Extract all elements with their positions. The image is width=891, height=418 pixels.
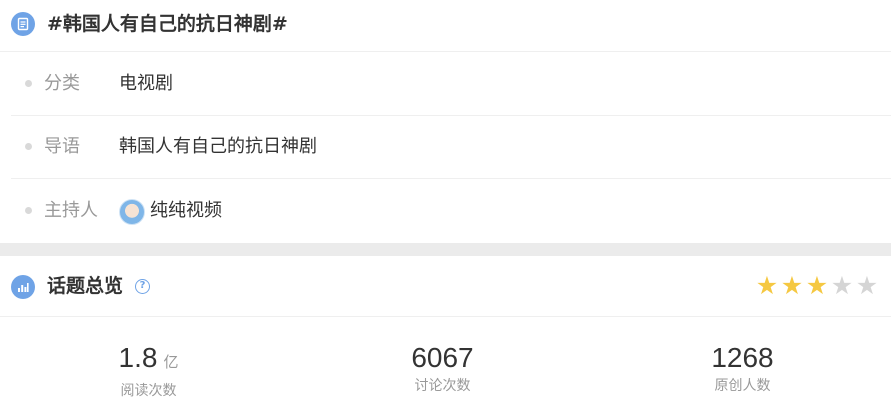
topic-info-card: #韩国人有自己的抗日神剧# 分类 电视剧 导语 韩国人有自己的抗日神剧 主持人 … bbox=[0, 0, 891, 243]
category-value: 电视剧 bbox=[119, 73, 173, 94]
stat-reads: 1.8 亿 阅读次数 bbox=[0, 340, 297, 401]
bullet-dot bbox=[25, 207, 32, 214]
overview-header: 话题总览 ? ★ ★ ★ ★ ★ bbox=[0, 256, 891, 317]
stat-value: 1268 bbox=[711, 342, 774, 373]
intro-value: 韩国人有自己的抗日神剧 bbox=[119, 136, 317, 157]
host-label: 主持人 bbox=[44, 200, 98, 221]
chart-icon bbox=[11, 275, 35, 299]
stat-unit: 亿 bbox=[163, 354, 179, 371]
intro-label: 导语 bbox=[44, 136, 80, 157]
stat-label: 原创人数 bbox=[714, 378, 771, 394]
topic-title[interactable]: #韩国人有自己的抗日神剧# bbox=[47, 11, 288, 37]
star-icon: ★ bbox=[755, 271, 779, 300]
host-avatar[interactable] bbox=[119, 199, 145, 225]
rating-stars: ★ ★ ★ ★ ★ bbox=[755, 273, 879, 301]
info-row-host: 主持人 纯纯视频 bbox=[11, 179, 891, 243]
star-icon: ★ bbox=[805, 271, 829, 300]
bullet-dot bbox=[25, 143, 32, 150]
section-divider bbox=[0, 243, 891, 256]
stat-discussions: 6067 讨论次数 bbox=[294, 340, 591, 396]
stat-value: 6067 bbox=[411, 342, 474, 373]
stat-original-authors: 1268 原创人数 bbox=[594, 340, 891, 396]
info-row-category: 分类 电视剧 bbox=[11, 52, 891, 116]
bullet-dot bbox=[25, 80, 32, 87]
star-icon: ★ bbox=[830, 271, 854, 300]
category-label: 分类 bbox=[44, 73, 80, 94]
help-icon[interactable]: ? bbox=[135, 279, 150, 294]
stat-value: 1.8 亿 bbox=[118, 342, 179, 373]
document-icon bbox=[11, 12, 35, 36]
info-row-intro: 导语 韩国人有自己的抗日神剧 bbox=[11, 115, 891, 179]
star-icon: ★ bbox=[780, 271, 804, 300]
star-icon: ★ bbox=[855, 271, 879, 300]
stat-label: 阅读次数 bbox=[120, 383, 177, 399]
topic-header: #韩国人有自己的抗日神剧# bbox=[0, 0, 891, 52]
host-name-link[interactable]: 纯纯视频 bbox=[150, 198, 222, 224]
overview-title: 话题总览 bbox=[47, 275, 124, 297]
stat-label: 讨论次数 bbox=[414, 378, 471, 394]
